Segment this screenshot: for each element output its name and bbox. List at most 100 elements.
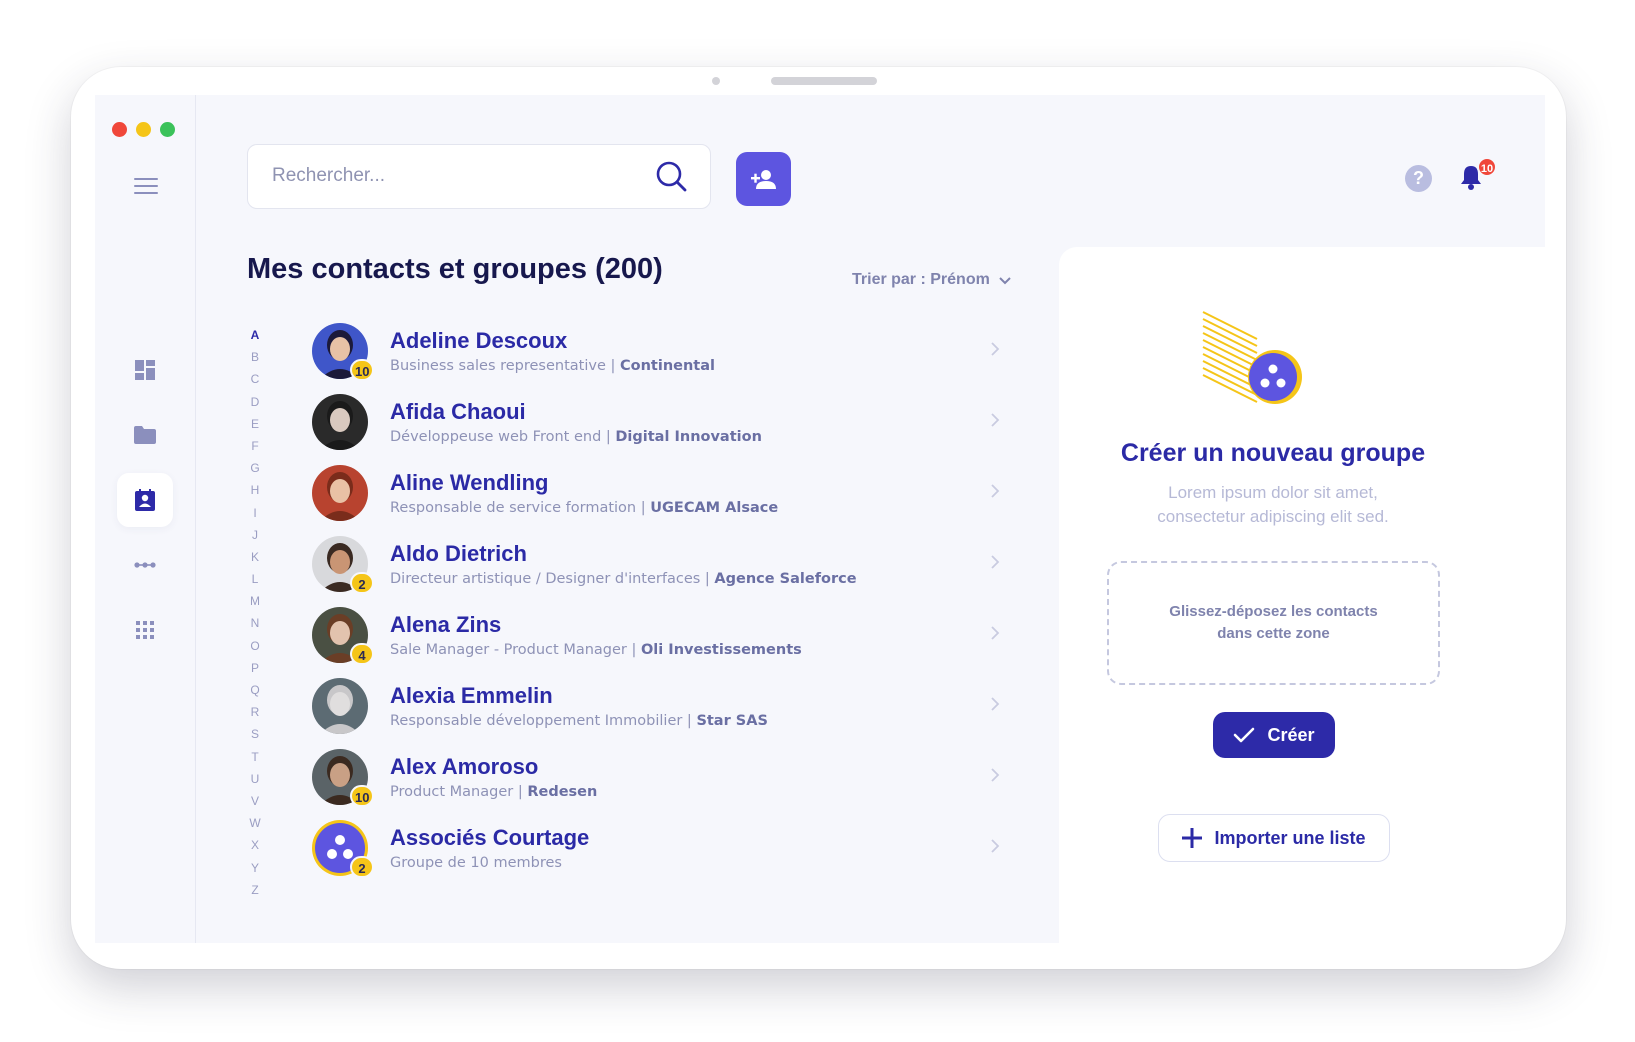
alphabet-letter[interactable]: I <box>245 502 265 524</box>
search-icon[interactable] <box>656 161 688 193</box>
alphabet-letter[interactable]: U <box>245 768 265 790</box>
alphabet-index: ABCDEFGHIJKLMNOPQRSTUVWXYZ <box>245 324 265 901</box>
contact-subtitle: Sale Manager - Product Manager | Oli Inv… <box>390 642 802 658</box>
chevron-right-icon[interactable] <box>990 767 1000 783</box>
dropzone-text: Glissez-déposez les contacts dans cette … <box>1169 603 1378 642</box>
alphabet-letter[interactable]: G <box>245 457 265 479</box>
sort-label: Trier par : Prénom <box>852 271 990 288</box>
create-group-button[interactable]: Créer <box>1213 712 1335 758</box>
nav-apps[interactable] <box>117 603 173 657</box>
contact-role: Business sales representative | <box>390 358 616 374</box>
dashboard-icon <box>135 360 155 380</box>
avatar <box>312 465 368 521</box>
nav-files[interactable] <box>117 408 173 462</box>
chevron-right-icon[interactable] <box>990 412 1000 428</box>
chevron-right-icon[interactable] <box>990 625 1000 641</box>
chevron-right-icon[interactable] <box>990 341 1000 357</box>
contact-company: Star SAS <box>696 713 768 729</box>
check-icon <box>1234 727 1255 743</box>
alphabet-letter[interactable]: Z <box>245 879 265 901</box>
alphabet-letter[interactable]: N <box>245 612 265 634</box>
alphabet-letter[interactable]: D <box>245 391 265 413</box>
alphabet-letter[interactable]: A <box>245 324 265 346</box>
chevron-right-icon[interactable] <box>990 838 1000 854</box>
alphabet-letter[interactable]: P <box>245 657 265 679</box>
add-user-icon <box>750 170 776 189</box>
contact-company: Agence Saleforce <box>714 571 857 587</box>
count-badge: 2 <box>350 856 374 878</box>
sidebar <box>95 95 196 943</box>
alphabet-letter[interactable]: J <box>245 524 265 546</box>
contact-role: Développeuse web Front end | <box>390 429 611 445</box>
contact-company: Digital Innovation <box>615 429 762 445</box>
contact-role: Groupe de 10 membres <box>390 855 562 871</box>
import-label: Importer une liste <box>1214 827 1366 848</box>
contact-company: UGECAM Alsace <box>650 500 779 516</box>
window-maximize-button[interactable] <box>160 122 175 137</box>
alphabet-letter[interactable]: X <box>245 834 265 856</box>
contact-role: Responsable développement Immobilier | <box>390 713 692 729</box>
contact-subtitle: Product Manager | Redesen <box>390 784 597 800</box>
create-label: Créer <box>1267 724 1315 745</box>
sort-dropdown[interactable]: Trier par : Prénom <box>852 271 1012 289</box>
contact-name: Associés Courtage <box>390 825 590 850</box>
contact-name: Afida Chaoui <box>390 399 526 424</box>
alphabet-letter[interactable]: V <box>245 790 265 812</box>
contact-row[interactable]: 10 Alex Amoroso Product Manager | Redesen <box>312 749 1012 820</box>
alphabet-letter[interactable]: B <box>245 346 265 368</box>
avatar <box>312 678 368 734</box>
nav-workflow[interactable] <box>117 538 173 592</box>
contact-company: Redesen <box>527 784 598 800</box>
app-window: Rechercher... ? 10 Mes contacts et group… <box>95 95 1545 943</box>
alphabet-letter[interactable]: R <box>245 701 265 723</box>
window-minimize-button[interactable] <box>136 122 151 137</box>
contact-name: Aldo Dietrich <box>390 541 527 566</box>
contact-name: Alena Zins <box>390 612 502 637</box>
contact-company: Continental <box>620 358 715 374</box>
contact-subtitle: Développeuse web Front end | Digital Inn… <box>390 429 762 445</box>
alphabet-letter[interactable]: C <box>245 368 265 390</box>
contact-role: Sale Manager - Product Manager | <box>390 642 637 658</box>
contact-row[interactable]: 4 Alena Zins Sale Manager - Product Manage… <box>312 607 1012 678</box>
alphabet-letter[interactable]: K <box>245 546 265 568</box>
contact-row[interactable]: 2 Associés Courtage Groupe de 10 membres <box>312 820 1012 891</box>
nav-contacts[interactable] <box>117 473 173 527</box>
contact-row[interactable]: 10 Adeline Descoux Business sales represen… <box>312 323 1012 394</box>
alphabet-letter[interactable]: Y <box>245 857 265 879</box>
nav-dashboard[interactable] <box>117 343 173 397</box>
chevron-right-icon[interactable] <box>990 554 1000 570</box>
alphabet-letter[interactable]: M <box>245 590 265 612</box>
contact-subtitle: Responsable de service formation | UGECA… <box>390 500 778 516</box>
contact-row[interactable]: Alexia Emmelin Responsable développement … <box>312 678 1012 749</box>
chevron-right-icon[interactable] <box>990 696 1000 712</box>
alphabet-letter[interactable]: Q <box>245 679 265 701</box>
contact-name: Adeline Descoux <box>390 328 568 353</box>
contact-dropzone[interactable]: Glissez-déposez les contacts dans cette … <box>1107 561 1440 685</box>
workflow-icon <box>134 562 156 568</box>
alphabet-letter[interactable]: S <box>245 723 265 745</box>
contact-row[interactable]: Aline Wendling Responsable de service for… <box>312 465 1012 536</box>
help-icon[interactable]: ? <box>1405 165 1432 192</box>
window-close-button[interactable] <box>112 122 127 137</box>
alphabet-letter[interactable]: T <box>245 746 265 768</box>
contact-row[interactable]: 2 Aldo Dietrich Directeur artistique / Des… <box>312 536 1012 607</box>
alphabet-letter[interactable]: H <box>245 479 265 501</box>
hamburger-menu-icon[interactable] <box>134 178 158 196</box>
alphabet-letter[interactable]: O <box>245 635 265 657</box>
contact-name: Alex Amoroso <box>390 754 539 779</box>
chevron-right-icon[interactable] <box>990 483 1000 499</box>
count-badge: 10 <box>350 785 375 807</box>
new-group-description: Lorem ipsum dolor sit amet, consectetur … <box>1157 483 1389 526</box>
import-list-button[interactable]: Importer une liste <box>1158 814 1390 862</box>
search-input[interactable]: Rechercher... <box>247 144 711 209</box>
alphabet-letter[interactable]: L <box>245 568 265 590</box>
contact-role: Product Manager | <box>390 784 523 800</box>
alphabet-letter[interactable]: F <box>245 435 265 457</box>
count-badge: 4 <box>350 643 374 665</box>
alphabet-letter[interactable]: W <box>245 812 265 834</box>
alphabet-letter[interactable]: E <box>245 413 265 435</box>
add-contact-button[interactable] <box>736 152 791 206</box>
contact-row[interactable]: Afida Chaoui Développeuse web Front end |… <box>312 394 1012 465</box>
count-badge: 2 <box>350 572 374 594</box>
avatar <box>312 394 368 450</box>
